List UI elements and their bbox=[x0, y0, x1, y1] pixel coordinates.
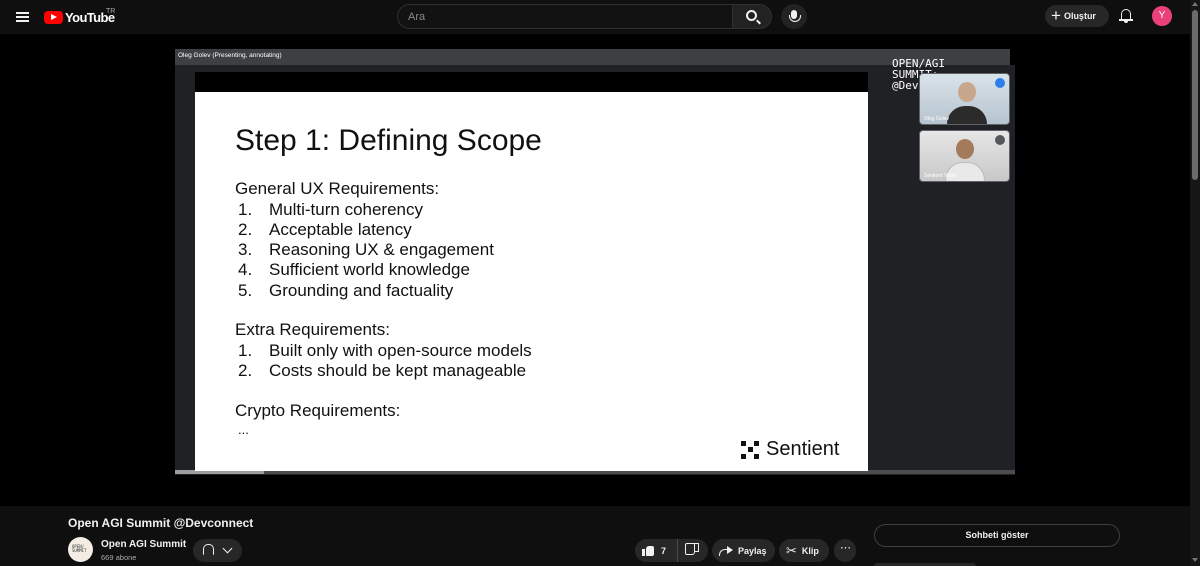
participant-head bbox=[958, 82, 976, 102]
create-label: Oluştur bbox=[1063, 11, 1096, 21]
video-title: Open AGI Summit @Devconnect bbox=[68, 516, 254, 530]
general-requirements-heading: General UX Requirements: bbox=[235, 179, 440, 198]
participant-name: Oleg Golev bbox=[924, 116, 950, 122]
thumbs-up-icon bbox=[642, 545, 655, 556]
list-item: 4. Sufficient world knowledge bbox=[238, 260, 470, 279]
scissors-icon: ✂ bbox=[786, 543, 797, 558]
presentation-slide: Step 1: Defining Scope General UX Requir… bbox=[195, 92, 868, 471]
sentient-logo: Sentient bbox=[741, 438, 839, 461]
muted-mic-icon bbox=[995, 135, 1005, 145]
progress-bar-fill bbox=[175, 470, 265, 474]
chevron-down-icon bbox=[222, 543, 233, 554]
video-player[interactable]: Oleg Golev (Presenting, annotating) Step… bbox=[0, 34, 1190, 506]
presenter-bar: Oleg Golev (Presenting, annotating) bbox=[175, 49, 1010, 65]
create-button[interactable]: + Oluştur bbox=[1045, 5, 1109, 27]
search-input[interactable] bbox=[397, 4, 732, 29]
search-box bbox=[397, 4, 772, 29]
dislike-button[interactable] bbox=[678, 539, 708, 562]
participant-body bbox=[947, 106, 987, 124]
thumbs-down-icon bbox=[686, 545, 699, 556]
menu-icon[interactable] bbox=[12, 6, 34, 28]
more-actions-button[interactable]: ⋯ bbox=[834, 539, 856, 562]
scroll-thumb[interactable] bbox=[1192, 10, 1198, 180]
notifications-bell-icon[interactable] bbox=[1117, 7, 1135, 25]
like-count: 7 bbox=[661, 545, 667, 556]
channel-name[interactable]: Open AGI Summit bbox=[101, 539, 186, 550]
voice-search-button[interactable] bbox=[781, 4, 807, 29]
list-item: 1. Built only with open-source models bbox=[238, 341, 532, 360]
share-icon bbox=[719, 545, 733, 556]
scroll-up-arrow-icon[interactable] bbox=[1192, 2, 1198, 6]
scroll-down-arrow-icon[interactable] bbox=[1192, 558, 1198, 562]
youtube-play-icon bbox=[44, 10, 63, 24]
slide-top-bar bbox=[195, 72, 868, 92]
crypto-requirements-heading: Crypto Requirements: bbox=[235, 401, 401, 420]
participant-tile: Oleg Golev bbox=[919, 73, 1010, 125]
participant-tile: Sentient Team bbox=[919, 130, 1010, 182]
sentient-brand-text: Sentient bbox=[766, 438, 840, 460]
like-dislike-group: 7 bbox=[635, 539, 708, 562]
participant-name: Sentient Team bbox=[924, 173, 956, 179]
bell-icon bbox=[203, 544, 214, 555]
microphone-icon bbox=[789, 10, 801, 22]
channel-avatar-text: OPEN/ SUMMIT bbox=[72, 544, 87, 553]
subscriber-count: 669 abone bbox=[101, 553, 137, 562]
show-chat-button[interactable]: Sohbeti göster bbox=[874, 524, 1120, 547]
share-button[interactable]: Paylaş bbox=[712, 539, 775, 562]
account-avatar[interactable]: Y bbox=[1152, 6, 1172, 26]
share-label: Paylaş bbox=[738, 545, 767, 556]
list-item: 3. Reasoning UX & engagement bbox=[238, 240, 494, 259]
more-dots-icon: ⋯ bbox=[840, 542, 851, 554]
subscription-notification-button[interactable] bbox=[193, 539, 242, 562]
channel-avatar[interactable]: OPEN/ SUMMIT bbox=[68, 537, 93, 562]
crypto-ellipsis: ... bbox=[238, 422, 249, 437]
youtube-logo[interactable]: YouTube bbox=[44, 7, 115, 27]
sentient-mark-icon bbox=[741, 440, 759, 459]
clip-button[interactable]: ✂ Klip bbox=[779, 539, 829, 562]
masthead: YouTube TR + Oluştur Y bbox=[0, 0, 1190, 34]
speaking-indicator-icon bbox=[995, 78, 1005, 88]
plus-icon: + bbox=[1051, 5, 1061, 25]
page-scrollbar[interactable] bbox=[1190, 0, 1200, 566]
presenter-label: Oleg Golev (Presenting, annotating) bbox=[178, 52, 282, 59]
list-item: 1. Multi-turn coherency bbox=[238, 200, 424, 219]
participant-body bbox=[945, 162, 985, 181]
slide-title: Step 1: Defining Scope bbox=[235, 124, 542, 157]
progress-bar[interactable] bbox=[175, 470, 1015, 474]
extra-requirements-heading: Extra Requirements: bbox=[235, 320, 390, 339]
search-button[interactable] bbox=[732, 4, 772, 29]
like-button[interactable]: 7 bbox=[635, 539, 678, 562]
clip-label: Klip bbox=[801, 545, 819, 556]
search-icon bbox=[746, 10, 757, 21]
list-item: 2. Acceptable latency bbox=[238, 220, 412, 239]
participant-head bbox=[956, 139, 974, 159]
list-item: 2. Costs should be kept manageable bbox=[238, 361, 527, 380]
list-item: 5. Grounding and factuality bbox=[238, 281, 454, 300]
country-code: TR bbox=[106, 8, 116, 15]
